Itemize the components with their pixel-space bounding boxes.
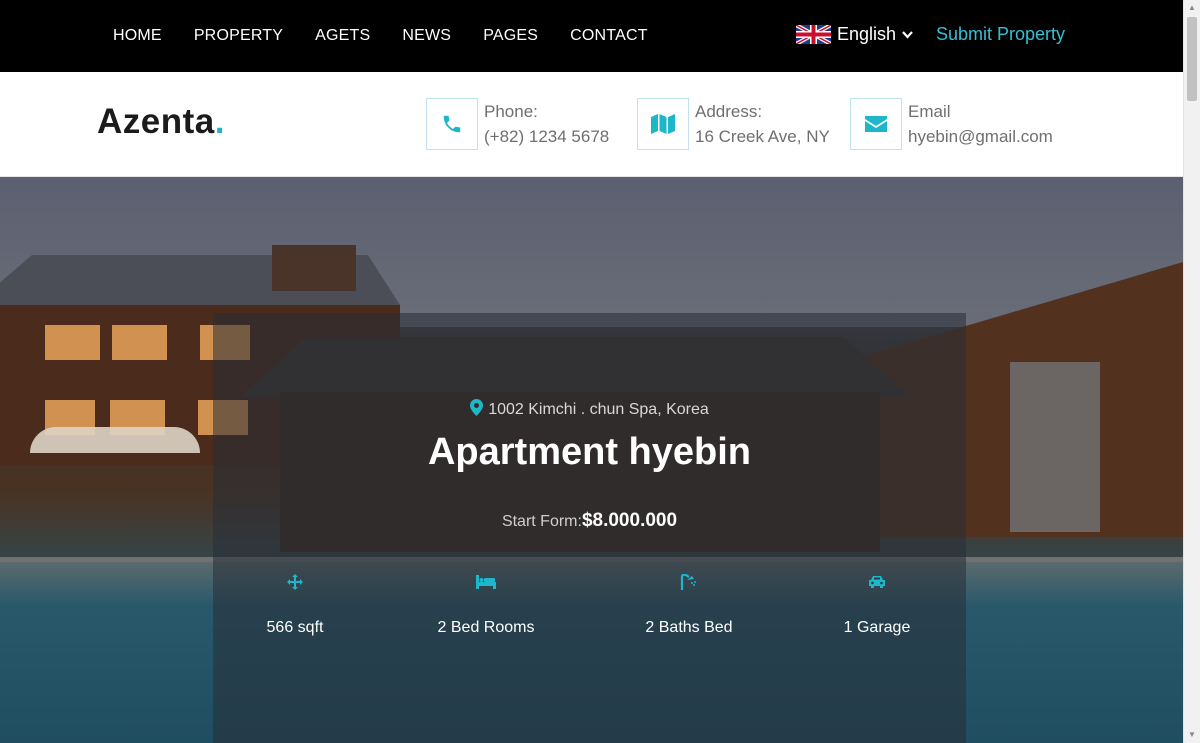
site-header: Azenta. Phone: (+82) 1234 5678 Address: …	[0, 72, 1183, 177]
phone-info: Phone: (+82) 1234 5678	[426, 98, 609, 150]
logo-dot: .	[214, 102, 225, 141]
nav-news[interactable]: NEWS	[402, 27, 451, 45]
chimney	[272, 245, 356, 291]
bath-icon	[599, 571, 779, 593]
address-label: Address:	[695, 102, 763, 121]
email-value[interactable]: hyebin@gmail.com	[908, 124, 1053, 149]
nav-property[interactable]: PROPERTY	[194, 27, 283, 45]
stone-chimney	[1010, 362, 1100, 532]
uk-flag-icon	[796, 25, 831, 44]
feature-garage: 1 Garage	[787, 571, 967, 637]
language-label: English	[837, 24, 897, 44]
feature-area: 566 sqft	[205, 571, 385, 637]
property-price: Start Form:$8.000.000	[213, 510, 966, 532]
phone-label: Phone:	[484, 102, 538, 121]
scroll-thumb[interactable]	[1187, 17, 1197, 101]
arrows-icon	[205, 571, 385, 593]
feature-label: 566 sqft	[266, 619, 324, 636]
car-icon	[787, 571, 967, 593]
price-prefix: Start Form:	[501, 513, 582, 530]
feature-bedrooms: 2 Bed Rooms	[396, 571, 576, 637]
location-text: 1002 Kimchi . chun Spa, Korea	[488, 401, 709, 418]
main-nav: HOME PROPERTY AGETS NEWS PAGES CONTACT	[113, 0, 680, 72]
feature-label: 2 Bed Rooms	[437, 619, 535, 636]
map-icon	[637, 98, 689, 150]
bed-icon	[396, 571, 576, 593]
window	[112, 325, 167, 360]
phone-value: (+82) 1234 5678	[484, 127, 610, 146]
hero-banner: 1002 Kimchi . chun Spa, Korea Apartment …	[0, 177, 1183, 743]
envelope-icon	[850, 98, 902, 150]
address-info: Address: 16 Creek Ave, NY	[637, 98, 830, 150]
language-selector[interactable]: English	[796, 24, 913, 45]
feature-label: 2 Baths Bed	[645, 619, 733, 636]
email-label: Email	[908, 102, 951, 121]
property-location: 1002 Kimchi . chun Spa, Korea	[213, 399, 966, 421]
nav-agents[interactable]: AGETS	[315, 27, 370, 45]
scroll-up-arrow-icon[interactable]: ▲	[1187, 3, 1197, 13]
window	[45, 325, 100, 360]
phone-icon	[426, 98, 478, 150]
map-pin-icon	[470, 399, 484, 421]
feature-label: 1 Garage	[843, 619, 911, 636]
nav-home[interactable]: HOME	[113, 27, 162, 45]
patio-umbrella	[30, 427, 200, 453]
email-info: Email hyebin@gmail.com	[850, 98, 1053, 150]
address-value: 16 Creek Ave, NY	[695, 127, 830, 146]
top-navbar: HOME PROPERTY AGETS NEWS PAGES CONTACT E…	[0, 0, 1183, 72]
property-features: 566 sqft 2 Bed Rooms 2 Baths Bed 1 Garag…	[213, 571, 966, 651]
nav-pages[interactable]: PAGES	[483, 27, 538, 45]
logo[interactable]: Azenta.	[97, 102, 225, 142]
submit-property-link[interactable]: Submit Property	[936, 24, 1065, 45]
logo-text: Azenta	[97, 102, 215, 141]
page-scrollbar[interactable]: ▲ ▼	[1183, 0, 1200, 743]
price-value: $8.000.000	[581, 510, 678, 531]
chevron-down-icon	[902, 28, 913, 42]
property-summary: 1002 Kimchi . chun Spa, Korea Apartment …	[213, 313, 966, 743]
nav-contact[interactable]: CONTACT	[570, 27, 648, 45]
scroll-down-arrow-icon[interactable]: ▼	[1187, 730, 1197, 740]
feature-baths: 2 Baths Bed	[599, 571, 779, 637]
property-title: Apartment hyebin	[427, 431, 752, 473]
